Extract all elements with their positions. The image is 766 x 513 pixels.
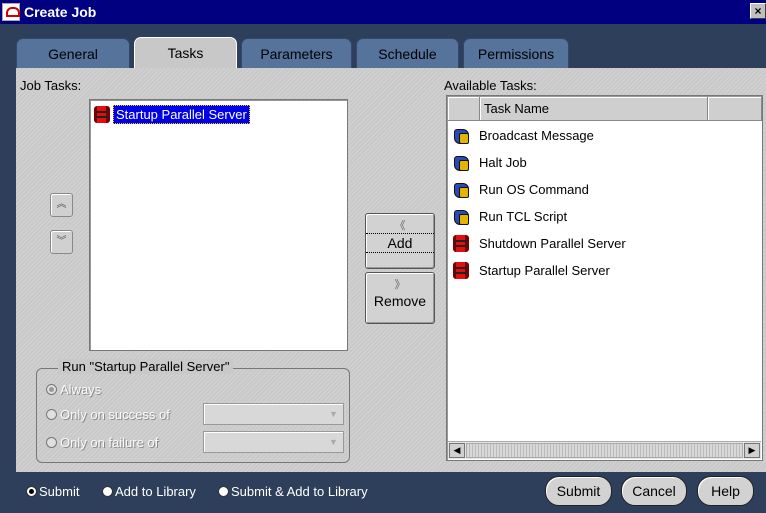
- radio-button: [26, 486, 37, 497]
- run-on-success-label: Only on success of: [60, 407, 170, 422]
- tab-schedule[interactable]: Schedule: [356, 38, 459, 68]
- run-on-failure-label: Only on failure of: [60, 435, 159, 450]
- list-item[interactable]: Startup Parallel Server: [94, 104, 250, 124]
- tab-tasks[interactable]: Tasks: [134, 37, 237, 69]
- tasks-panel: Job Tasks: Startup Parallel Server ︽ ︾ 《…: [16, 68, 766, 472]
- radio-button: [46, 384, 57, 395]
- tab-general[interactable]: General: [16, 38, 130, 68]
- table-row[interactable]: Startup Parallel Server: [453, 257, 610, 284]
- task-name: Broadcast Message: [479, 128, 594, 143]
- submit-and-add-option[interactable]: Submit & Add to Library: [218, 484, 368, 499]
- create-job-dialog: Create Job × General Tasks Parameters Sc…: [0, 0, 766, 513]
- window-title: Create Job: [24, 4, 97, 20]
- chevron-left-icon: 《: [394, 220, 406, 232]
- success-of-select[interactable]: ▼: [203, 403, 344, 425]
- submit-and-add-label: Submit & Add to Library: [231, 484, 368, 499]
- available-tasks-table[interactable]: Task Name Broadcast Message Halt Job Run…: [446, 95, 763, 461]
- help-button[interactable]: Help: [697, 476, 754, 506]
- table-row[interactable]: Halt Job: [453, 149, 527, 176]
- task-name-column-header[interactable]: Task Name: [480, 97, 708, 121]
- submit-option[interactable]: Submit: [26, 484, 79, 499]
- job-tasks-label: Job Tasks:: [20, 78, 82, 93]
- table-header-icon-col: [448, 97, 480, 121]
- move-up-button[interactable]: ︽: [50, 193, 73, 217]
- radio-button: [46, 409, 57, 420]
- scrollbar-thumb[interactable]: [466, 443, 743, 458]
- available-tasks-label: Available Tasks:: [444, 78, 537, 93]
- table-row[interactable]: Broadcast Message: [453, 122, 594, 149]
- tab-permissions[interactable]: Permissions: [463, 38, 569, 68]
- add-button[interactable]: 《 Add: [365, 213, 435, 269]
- add-to-library-label: Add to Library: [115, 484, 196, 499]
- run-on-failure-option[interactable]: Only on failure of: [46, 435, 158, 450]
- puzzle-icon: [453, 155, 469, 171]
- scroll-left-icon[interactable]: ◀: [449, 443, 465, 458]
- run-always-label: Always: [60, 382, 102, 397]
- remove-button[interactable]: 》 Remove: [365, 272, 435, 324]
- task-name: Run TCL Script: [479, 209, 568, 224]
- task-name: Startup Parallel Server: [479, 263, 610, 278]
- table-header-extra-col: [708, 97, 762, 121]
- cancel-button[interactable]: Cancel: [621, 476, 687, 506]
- database-barrel-icon: [453, 235, 469, 252]
- list-item-label: Startup Parallel Server: [113, 104, 250, 124]
- submit-button[interactable]: Submit: [545, 476, 612, 506]
- move-down-button[interactable]: ︾: [50, 230, 73, 254]
- database-barrel-icon: [453, 262, 469, 279]
- database-barrel-icon: [94, 105, 110, 123]
- task-name: Run OS Command: [479, 182, 589, 197]
- radio-button: [218, 486, 229, 497]
- failure-of-select[interactable]: ▼: [203, 431, 344, 453]
- horizontal-scrollbar[interactable]: ◀ ▶: [448, 441, 761, 459]
- tab-parameters[interactable]: Parameters: [241, 38, 352, 68]
- table-header: Task Name: [448, 97, 762, 121]
- table-row[interactable]: Run OS Command: [453, 176, 589, 203]
- add-to-library-option[interactable]: Add to Library: [102, 484, 196, 499]
- puzzle-icon: [453, 128, 469, 144]
- puzzle-icon: [453, 209, 469, 225]
- submit-option-label: Submit: [39, 484, 80, 499]
- run-on-success-option[interactable]: Only on success of: [46, 407, 170, 422]
- table-row[interactable]: Run TCL Script: [453, 203, 567, 230]
- close-button[interactable]: ×: [750, 3, 766, 19]
- table-row[interactable]: Shutdown Parallel Server: [453, 230, 626, 257]
- chevron-down-icon: ▼: [329, 409, 338, 419]
- chevron-right-icon: 》: [394, 279, 406, 291]
- radio-button: [46, 437, 57, 448]
- radio-button: [102, 486, 113, 497]
- remove-button-label: Remove: [373, 293, 427, 309]
- job-tasks-list[interactable]: Startup Parallel Server: [89, 99, 348, 351]
- run-condition-label: Run "Startup Parallel Server": [58, 359, 234, 374]
- scroll-right-icon[interactable]: ▶: [744, 443, 760, 458]
- chevron-down-icon: ▼: [329, 437, 338, 447]
- task-name: Halt Job: [479, 155, 527, 170]
- run-always-option[interactable]: Always: [46, 382, 101, 397]
- add-button-label: Add: [366, 233, 434, 253]
- puzzle-icon: [453, 182, 469, 198]
- title-bar: Create Job ×: [0, 0, 766, 24]
- app-icon: [2, 3, 20, 21]
- task-name: Shutdown Parallel Server: [479, 236, 626, 251]
